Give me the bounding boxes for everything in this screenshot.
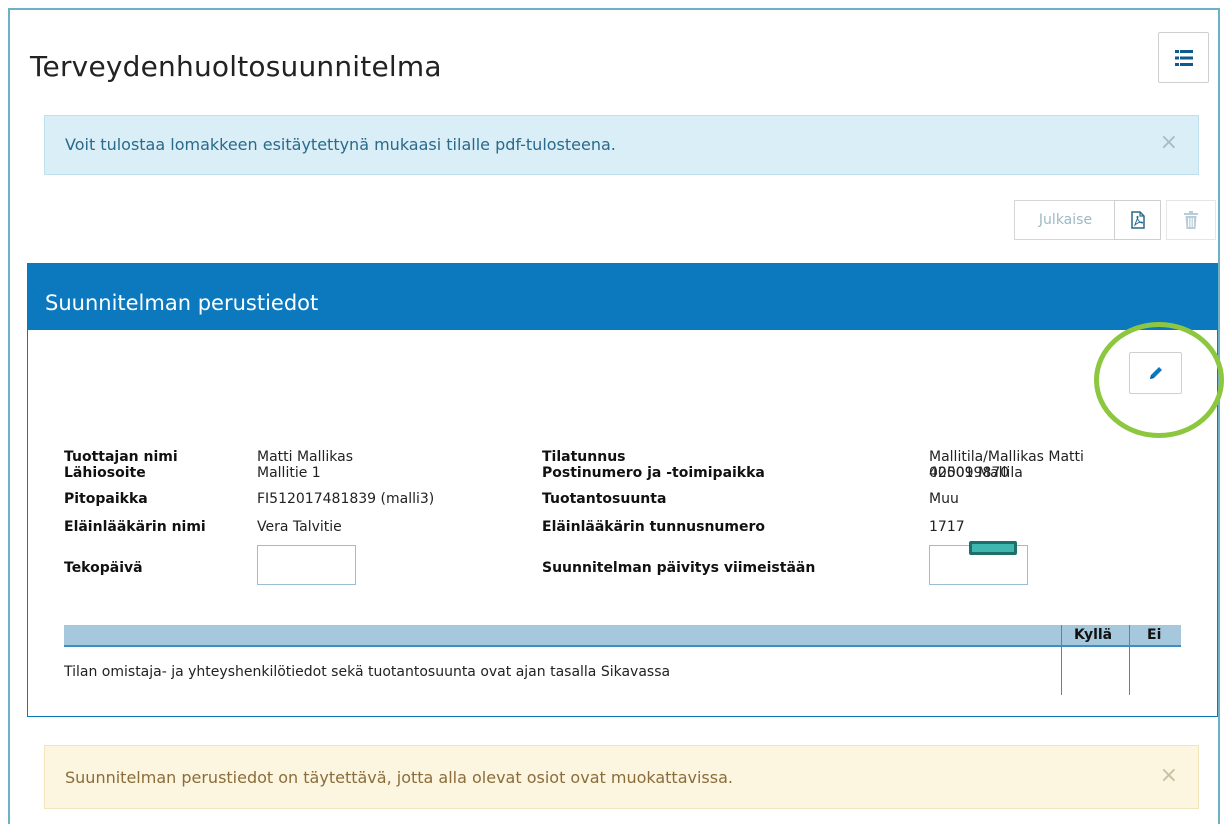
address-label: Lähiosoite — [64, 465, 146, 481]
no-checkbox-cell[interactable] — [1130, 650, 1181, 694]
basic-info-panel: Suunnitelman perustiedot — [27, 263, 1218, 717]
warning-alert-message: Suunnitelman perustiedot on täytettävä, … — [65, 768, 733, 787]
list-icon — [1174, 49, 1193, 66]
farm-id-value: Mallitila/Mallikas Matti — [929, 449, 1084, 465]
pdf-button[interactable] — [1114, 200, 1161, 240]
close-icon[interactable]: × — [1160, 765, 1178, 787]
yes-checkbox-cell[interactable] — [1062, 650, 1129, 694]
tooltip-marker — [969, 541, 1017, 555]
info-alert-message: Voit tulostaa lomakkeen esitäytettynä mu… — [65, 135, 616, 154]
made-date-label: Tekopäivä — [64, 560, 143, 576]
panel-title: Suunnitelman perustiedot — [45, 291, 319, 315]
made-date-input[interactable] — [257, 545, 356, 585]
vet-number-label: Eläinlääkärin tunnusnumero — [542, 519, 766, 535]
checklist-header — [64, 625, 1181, 647]
vet-number-value: 1717 — [929, 519, 965, 535]
panel-header: Suunnitelman perustiedot — [28, 264, 1217, 330]
yes-column-header: Kyllä — [1074, 627, 1113, 643]
vet-name-value: Vera Talvitie — [257, 519, 342, 535]
farm-id-label: Tilatunnus — [542, 449, 626, 465]
postal-value: 00001 Mallila — [929, 465, 1023, 481]
location-value: FI512017481839 (malli3) — [257, 491, 435, 507]
producer-name-label: Tuottajan nimi — [64, 449, 178, 465]
update-date-label: Suunnitelman päivitys viimeistään — [542, 560, 816, 576]
delete-button[interactable] — [1166, 200, 1216, 240]
pdf-icon — [1130, 211, 1145, 229]
page-title: Terveydenhuoltosuunnitelma — [30, 50, 442, 83]
producer-name-value: Matti Mallikas — [257, 449, 354, 465]
close-icon[interactable]: × — [1160, 132, 1178, 154]
production-label: Tuotantosuunta — [542, 491, 667, 507]
warning-alert: Suunnitelman perustiedot on täytettävä, … — [44, 745, 1199, 809]
highlight-ring — [1094, 322, 1224, 438]
checklist-row: Tilan omistaja- ja yhteyshenkilötiedot s… — [64, 664, 671, 680]
address-value: Mallitie 1 — [257, 465, 321, 481]
toc-button[interactable] — [1158, 32, 1209, 83]
trash-icon — [1184, 211, 1198, 229]
no-column-header: Ei — [1147, 627, 1162, 643]
info-alert: Voit tulostaa lomakkeen esitäytettynä mu… — [44, 115, 1199, 175]
publish-button[interactable]: Julkaise — [1014, 200, 1117, 240]
vet-name-label: Eläinlääkärin nimi — [64, 519, 206, 535]
postal-label: Postinumero ja -toimipaikka — [542, 465, 765, 481]
location-label: Pitopaikka — [64, 491, 148, 507]
production-value: Muu — [929, 491, 959, 507]
